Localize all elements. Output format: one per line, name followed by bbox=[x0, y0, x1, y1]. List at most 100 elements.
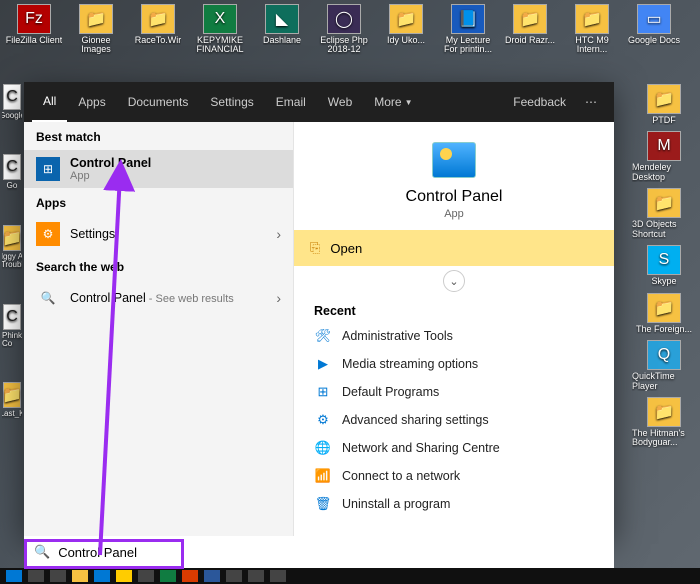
recent-item[interactable]: ⚙ Advanced sharing settings bbox=[306, 406, 602, 434]
tab-email[interactable]: Email bbox=[265, 82, 317, 122]
result-preview: Control Panel App ⎘ Open ⌄ Recent 🛠 Admin… bbox=[294, 122, 614, 536]
recent-item-icon: ⊞ bbox=[314, 383, 332, 401]
taskbar[interactable] bbox=[0, 568, 700, 584]
taskbar-item[interactable] bbox=[248, 570, 264, 582]
taskbar-item[interactable] bbox=[50, 570, 66, 582]
desktop-icon[interactable]: 📁RaceTo.Wir bbox=[128, 4, 188, 66]
taskbar-item[interactable] bbox=[116, 570, 132, 582]
recent-item-label: Uninstall a program bbox=[342, 497, 450, 511]
preview-title: Control Panel bbox=[406, 188, 503, 206]
recent-item-icon: 🌐 bbox=[314, 439, 332, 457]
taskbar-item[interactable] bbox=[226, 570, 242, 582]
settings-icon: ⚙ bbox=[36, 222, 60, 246]
taskbar-item[interactable] bbox=[28, 570, 44, 582]
desktop-icon[interactable]: CPhink Co bbox=[2, 304, 22, 349]
web-result[interactable]: 🔍 Control Panel - See web results › bbox=[24, 280, 293, 316]
search-icon: 🔍 bbox=[36, 286, 60, 310]
recent-item[interactable]: 🌐 Network and Sharing Centre bbox=[306, 434, 602, 462]
best-match-header: Best match bbox=[24, 122, 293, 150]
taskbar-item[interactable] bbox=[94, 570, 110, 582]
taskbar-item[interactable] bbox=[138, 570, 154, 582]
desktop-icon[interactable]: ▭Google Docs bbox=[624, 4, 684, 66]
desktop-icon[interactable]: QQuickTime Player bbox=[632, 340, 696, 391]
open-label: Open bbox=[330, 241, 362, 256]
desktop-icon[interactable]: CGoogle bbox=[2, 84, 22, 120]
recent-list: 🛠 Administrative Tools ▶ Media streaming op… bbox=[294, 322, 614, 518]
desktop-icon[interactable]: MMendeley Desktop bbox=[632, 131, 696, 182]
taskbar-item[interactable] bbox=[182, 570, 198, 582]
recent-item[interactable]: 🗑 Uninstall a program bbox=[306, 490, 602, 518]
apps-result-label: Settings bbox=[70, 227, 266, 241]
search-icon: 🔍 bbox=[34, 544, 50, 560]
feedback-link[interactable]: Feedback bbox=[502, 82, 577, 122]
recent-item-label: Media streaming options bbox=[342, 357, 478, 371]
desktop-icon[interactable]: ◣Dashlane bbox=[252, 4, 312, 66]
tab-settings[interactable]: Settings bbox=[199, 82, 264, 122]
overflow-menu-icon[interactable]: ⋯ bbox=[577, 95, 606, 109]
taskbar-item[interactable] bbox=[6, 570, 22, 582]
taskbar-item[interactable] bbox=[270, 570, 286, 582]
recent-item-icon: ⚙ bbox=[314, 411, 332, 429]
desktop-icon-grid: FzFileZilla Client📁Gionee Images📁RaceTo.… bbox=[4, 4, 696, 66]
recent-item[interactable]: ⊞ Default Programs bbox=[306, 378, 602, 406]
recent-header: Recent bbox=[294, 296, 614, 322]
recent-item-label: Connect to a network bbox=[342, 469, 460, 483]
desktop-icon[interactable]: FzFileZilla Client bbox=[4, 4, 64, 66]
desktop-icon[interactable]: 📁Last_K bbox=[2, 382, 22, 418]
search-web-header: Search the web bbox=[24, 252, 293, 280]
start-search-panel: All Apps Documents Settings Email Web Mo… bbox=[24, 82, 614, 536]
results-list: Best match ⊞ Control Panel App Apps ⚙ Se… bbox=[24, 122, 294, 536]
apps-header: Apps bbox=[24, 188, 293, 216]
tab-documents[interactable]: Documents bbox=[117, 82, 200, 122]
apps-result-settings[interactable]: ⚙ Settings › bbox=[24, 216, 293, 252]
recent-item-label: Administrative Tools bbox=[342, 329, 453, 343]
control-panel-icon: ⊞ bbox=[36, 157, 60, 181]
tab-web[interactable]: Web bbox=[317, 82, 363, 122]
desktop-icon[interactable]: 📁The Foreign... bbox=[632, 293, 696, 334]
tab-all[interactable]: All bbox=[32, 82, 67, 122]
recent-item-label: Network and Sharing Centre bbox=[342, 441, 500, 455]
recent-item-icon: 🗑 bbox=[314, 495, 332, 513]
taskbar-item[interactable] bbox=[72, 570, 88, 582]
control-panel-large-icon bbox=[432, 142, 476, 178]
search-tab-bar: All Apps Documents Settings Email Web Mo… bbox=[24, 82, 614, 122]
desktop-icon[interactable]: 📁Iggy A Troubl bbox=[2, 225, 22, 270]
desktop-icon[interactable]: 📁HTC M9 Intern... bbox=[562, 4, 622, 66]
tab-apps[interactable]: Apps bbox=[67, 82, 116, 122]
taskbar-item[interactable] bbox=[160, 570, 176, 582]
desktop-icon[interactable]: 📁Idy Uko... bbox=[376, 4, 436, 66]
desktop-icon[interactable]: CGo bbox=[2, 154, 22, 190]
desktop-icon[interactable]: SSkype bbox=[632, 245, 696, 286]
search-input-value: Control Panel bbox=[58, 545, 137, 560]
best-match-title: Control Panel bbox=[70, 156, 281, 170]
preview-subtitle: App bbox=[444, 208, 464, 220]
tab-more[interactable]: More▼ bbox=[363, 82, 423, 122]
best-match-result[interactable]: ⊞ Control Panel App bbox=[24, 150, 293, 188]
desktop-icon[interactable]: 📁The Hitman's Bodyguar... bbox=[632, 397, 696, 448]
desktop-icon[interactable]: 📁Gionee Images bbox=[66, 4, 126, 66]
desktop-icon[interactable]: 📁Droid Razr... bbox=[500, 4, 560, 66]
desktop-icon[interactable]: ◯Eclipse Php 2018-12 bbox=[314, 4, 374, 66]
web-result-label: Control Panel - See web results bbox=[70, 291, 266, 305]
recent-item[interactable]: 🛠 Administrative Tools bbox=[306, 322, 602, 350]
recent-item[interactable]: ▶ Media streaming options bbox=[306, 350, 602, 378]
recent-item[interactable]: 📶 Connect to a network bbox=[306, 462, 602, 490]
recent-item-icon: 🛠 bbox=[314, 327, 332, 345]
search-box[interactable]: 🔍 Control Panel bbox=[24, 536, 614, 568]
recent-item-label: Advanced sharing settings bbox=[342, 413, 489, 427]
open-icon: ⎘ bbox=[310, 240, 320, 256]
chevron-down-icon: ▼ bbox=[405, 98, 413, 107]
desktop-icon[interactable]: 📘My Lecture For printin... bbox=[438, 4, 498, 66]
recent-item-icon: 📶 bbox=[314, 467, 332, 485]
recent-item-icon: ▶ bbox=[314, 355, 332, 373]
chevron-right-icon: › bbox=[276, 226, 281, 242]
expand-toggle[interactable]: ⌄ bbox=[443, 270, 465, 292]
best-match-subtitle: App bbox=[70, 170, 281, 182]
desktop-icon[interactable]: 📁3D Objects Shortcut bbox=[632, 188, 696, 239]
desktop-icon[interactable]: 📁PTDF bbox=[632, 84, 696, 125]
desktop-icon[interactable]: XKEPYMIKE FINANCIAL bbox=[190, 4, 250, 66]
taskbar-item[interactable] bbox=[204, 570, 220, 582]
chevron-right-icon: › bbox=[276, 290, 281, 306]
open-button[interactable]: ⎘ Open bbox=[294, 230, 614, 266]
recent-item-label: Default Programs bbox=[342, 385, 439, 399]
